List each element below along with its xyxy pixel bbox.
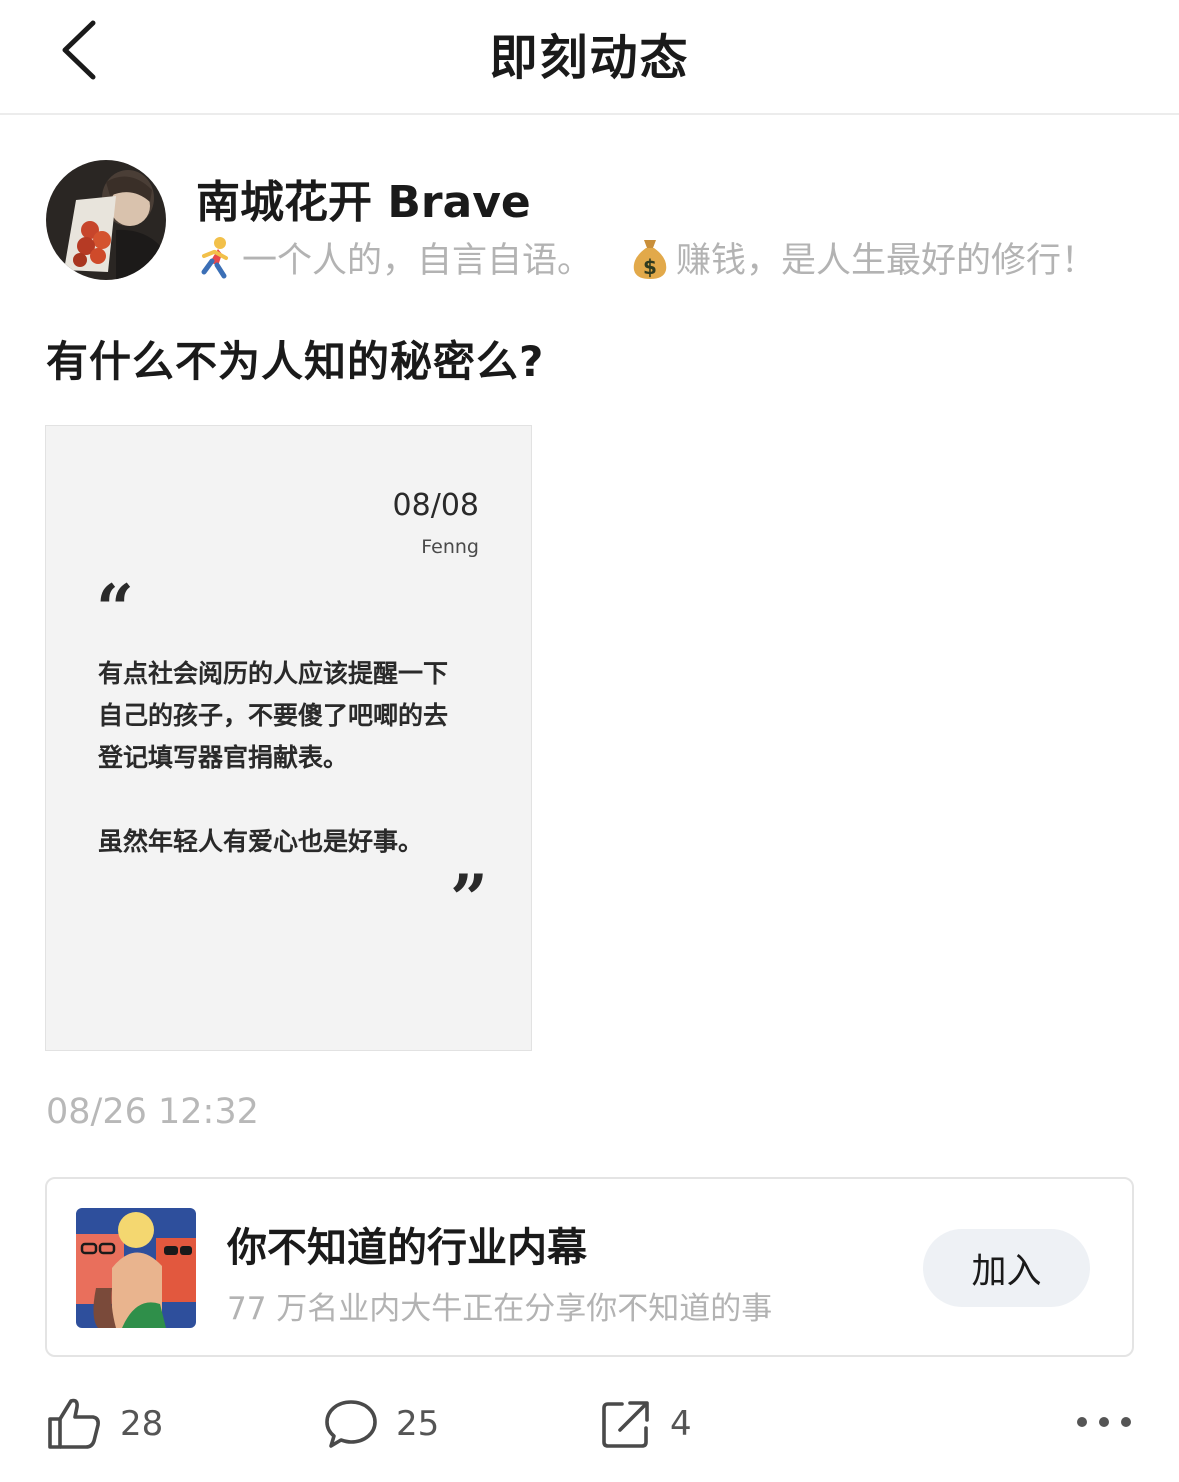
avatar[interactable] [46,160,166,280]
share-icon [602,1401,649,1448]
group-description: 77 万名业内大牛正在分享你不知道的事 [227,1291,773,1327]
group-thumbnail [76,1208,196,1328]
like-button[interactable]: 28 [46,1396,163,1452]
image-text-line: 虽然年轻人有爱心也是好事。 [98,827,424,856]
thumbs-up-icon [48,1398,100,1449]
more-dots-icon [1077,1417,1131,1427]
share-count: 4 [670,1404,692,1444]
comment-button[interactable]: 25 [324,1396,439,1452]
avatar-image [46,160,166,280]
author-name[interactable]: 南城花开 Brave [196,166,531,230]
share-button[interactable]: 4 [600,1396,692,1452]
top-bar: 即刻动态 [0,0,1179,115]
image-author: Fenng [421,536,479,558]
author-bio: 一个人的，自言自语。 $ 赚钱，是人生最好的修行！ [196,232,1096,283]
image-text-line: 自己的孩子，不要傻了吧唧的去 [98,701,449,730]
post-text: 有什么不为人知的秘密么? [46,337,545,386]
group-name: 你不知道的行业内幕 [227,1225,587,1271]
money-bag-icon: $ [630,236,670,280]
image-text-line: 登记填写器官捐献表。 [98,743,349,772]
comment-count: 25 [396,1404,440,1444]
post-timestamp: 08/26 12:32 [46,1092,259,1132]
open-quote-icon: “ [96,570,134,648]
more-button[interactable] [1074,1400,1134,1444]
bio-text-1: 一个人的，自言自语。 [242,241,593,281]
image-text-line: 有点社会阅历的人应该提醒一下 [98,659,449,688]
runner-icon [196,236,236,280]
page-title: 即刻动态 [489,30,690,86]
comment-icon [325,1400,377,1448]
bio-text-2: 赚钱，是人生最好的修行！ [676,241,1097,281]
post-image[interactable]: 08/08 Fenng “ 有点社会阅历的人应该提醒一下 自己的孩子，不要傻了吧… [45,425,532,1051]
join-button[interactable]: 加入 [923,1229,1090,1307]
image-date: 08/08 [392,488,479,523]
svg-text:$: $ [643,255,657,279]
group-card[interactable]: 你不知道的行业内幕 77 万名业内大牛正在分享你不知道的事 加入 [45,1177,1134,1357]
like-count: 28 [120,1404,164,1444]
close-quote-icon: ” [450,860,488,938]
